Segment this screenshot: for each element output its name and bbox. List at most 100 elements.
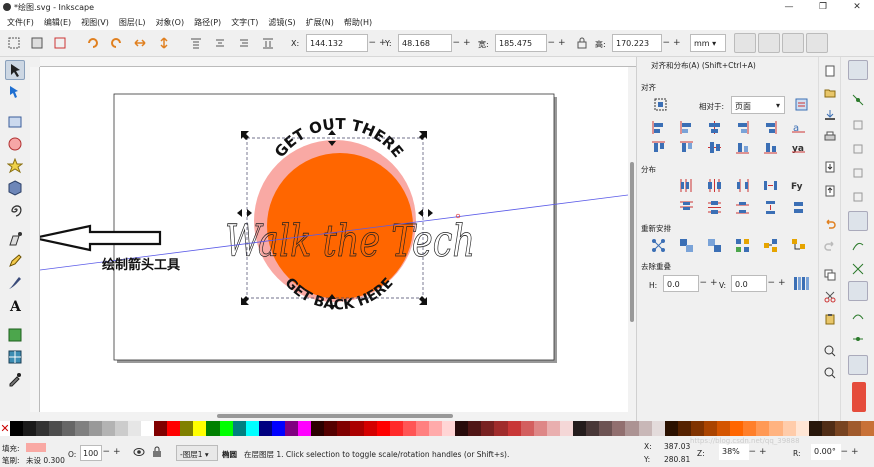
rearrange-graph-icon[interactable] [651, 238, 666, 253]
color-swatch[interactable] [88, 421, 102, 436]
color-swatch[interactable] [127, 421, 141, 436]
vertical-scrollbar[interactable] [628, 67, 636, 412]
color-swatch[interactable] [232, 421, 246, 436]
distribute-top-icon[interactable] [679, 200, 694, 215]
h-gap-input[interactable]: 0.0 [663, 275, 699, 292]
layer-lock-icon[interactable] [151, 446, 163, 458]
center-horizontal-axis-icon[interactable] [707, 140, 722, 155]
undo-icon[interactable] [824, 217, 836, 229]
color-swatch[interactable] [389, 421, 403, 436]
color-swatch[interactable] [599, 421, 613, 436]
distribute-right-icon[interactable] [735, 178, 750, 193]
color-swatch[interactable] [546, 421, 560, 436]
distribute-centers-horizontal-icon[interactable] [707, 178, 722, 193]
color-swatch[interactable] [154, 421, 168, 436]
color-swatch[interactable] [324, 421, 338, 436]
color-swatch[interactable] [769, 421, 783, 436]
spiral-tool-icon[interactable] [7, 202, 23, 218]
pen-bezier-tool-icon[interactable] [7, 231, 23, 247]
width-spinner[interactable]: −+ [547, 34, 569, 52]
color-swatch[interactable] [193, 421, 207, 436]
mesh-tool-icon[interactable] [7, 349, 23, 365]
star-tool-icon[interactable] [7, 158, 23, 174]
flip-horizontal-icon[interactable] [134, 37, 146, 49]
gradient-tool-icon[interactable] [7, 327, 23, 343]
color-swatch[interactable] [180, 421, 194, 436]
raise-to-top-icon[interactable] [190, 37, 202, 49]
v-gap-spinner[interactable]: −+ [767, 275, 789, 292]
zoom-selection-icon[interactable] [824, 345, 836, 357]
horizontal-scrollbar[interactable] [40, 412, 636, 420]
calligraphy-tool-icon[interactable] [7, 275, 23, 291]
snap-cusp-nodes-button[interactable] [848, 281, 868, 301]
export-icon[interactable] [824, 185, 836, 197]
close-button[interactable]: ✕ [840, 0, 874, 14]
unclump-icon[interactable] [763, 238, 778, 253]
color-swatch[interactable] [49, 421, 63, 436]
color-swatch[interactable] [651, 421, 665, 436]
color-swatch[interactable] [782, 421, 796, 436]
color-swatch[interactable] [848, 421, 862, 436]
cut-icon[interactable] [824, 291, 836, 303]
exchange-positions-clockwise-icon[interactable] [735, 238, 750, 253]
snap-bbox-midpoints-icon[interactable] [852, 167, 864, 179]
color-swatch[interactable] [861, 421, 874, 436]
move-patterns-button[interactable] [806, 33, 828, 53]
relative-to-select[interactable]: 页面 ▾ [731, 96, 785, 114]
color-swatch[interactable] [481, 421, 495, 436]
align-top-edges-icon[interactable] [763, 140, 778, 155]
align-top-icon[interactable] [679, 140, 694, 155]
menu-view[interactable]: 视图(V) [76, 17, 114, 28]
vertical-scroll-thumb[interactable] [630, 162, 634, 322]
import-icon[interactable] [824, 161, 836, 173]
menu-edit[interactable]: 编辑(E) [39, 17, 76, 28]
color-swatch[interactable] [350, 421, 364, 436]
opacity-spinner[interactable]: −+ [102, 444, 124, 460]
color-swatch[interactable] [415, 421, 429, 436]
stroke-value[interactable]: 未设 0.300 [26, 455, 65, 466]
color-swatch[interactable] [625, 421, 639, 436]
distribute-left-icon[interactable] [679, 178, 694, 193]
snap-intersections-icon[interactable] [852, 263, 864, 275]
y-spinner[interactable]: −+ [452, 34, 474, 52]
color-swatch[interactable] [140, 421, 155, 436]
color-swatch[interactable] [573, 421, 587, 436]
menu-object[interactable]: 对象(O) [151, 17, 190, 28]
color-swatch[interactable] [376, 421, 390, 436]
center-vertical-axis-icon[interactable] [707, 120, 722, 135]
color-swatch[interactable] [730, 421, 744, 436]
rotate-ccw-icon[interactable] [86, 37, 98, 49]
color-swatch[interactable] [167, 421, 181, 436]
color-swatch[interactable] [36, 421, 50, 436]
align-first-selected-icon[interactable] [794, 97, 809, 112]
color-swatch[interactable] [795, 421, 809, 436]
distribute-gaps-horizontal-icon[interactable] [763, 178, 778, 193]
color-swatch[interactable] [756, 421, 770, 436]
maximize-button[interactable]: ❐ [806, 0, 840, 14]
zoom-drawing-icon[interactable] [824, 367, 836, 379]
rectangle-tool-icon[interactable] [7, 114, 23, 130]
snap-toggle-button[interactable] [848, 60, 868, 80]
menu-filters[interactable]: 滤镜(S) [263, 17, 300, 28]
color-swatch[interactable] [206, 421, 220, 436]
new-document-icon[interactable] [824, 65, 836, 77]
color-swatch[interactable] [834, 421, 848, 436]
color-swatch[interactable] [363, 421, 377, 436]
color-swatch[interactable] [743, 421, 757, 436]
copy-icon[interactable] [824, 269, 836, 281]
menu-extensions[interactable]: 扩展(N) [301, 17, 339, 28]
move-gradients-button[interactable] [782, 33, 804, 53]
eye-visibility-icon[interactable] [133, 447, 145, 457]
color-swatch[interactable] [638, 421, 652, 436]
color-swatch[interactable] [337, 421, 351, 436]
color-swatch[interactable] [23, 421, 37, 436]
height-spinner[interactable]: −+ [662, 34, 684, 52]
color-swatch[interactable] [586, 421, 600, 436]
align-left-icon[interactable] [679, 120, 694, 135]
color-swatch[interactable] [10, 421, 24, 436]
color-swatch[interactable] [690, 421, 704, 436]
v-gap-input[interactable]: 0.0 [731, 275, 767, 292]
distribute-baselines-vertical-icon[interactable] [791, 200, 806, 215]
scale-stroke-button[interactable] [734, 33, 756, 53]
align-right-edges-icon[interactable] [763, 120, 778, 135]
